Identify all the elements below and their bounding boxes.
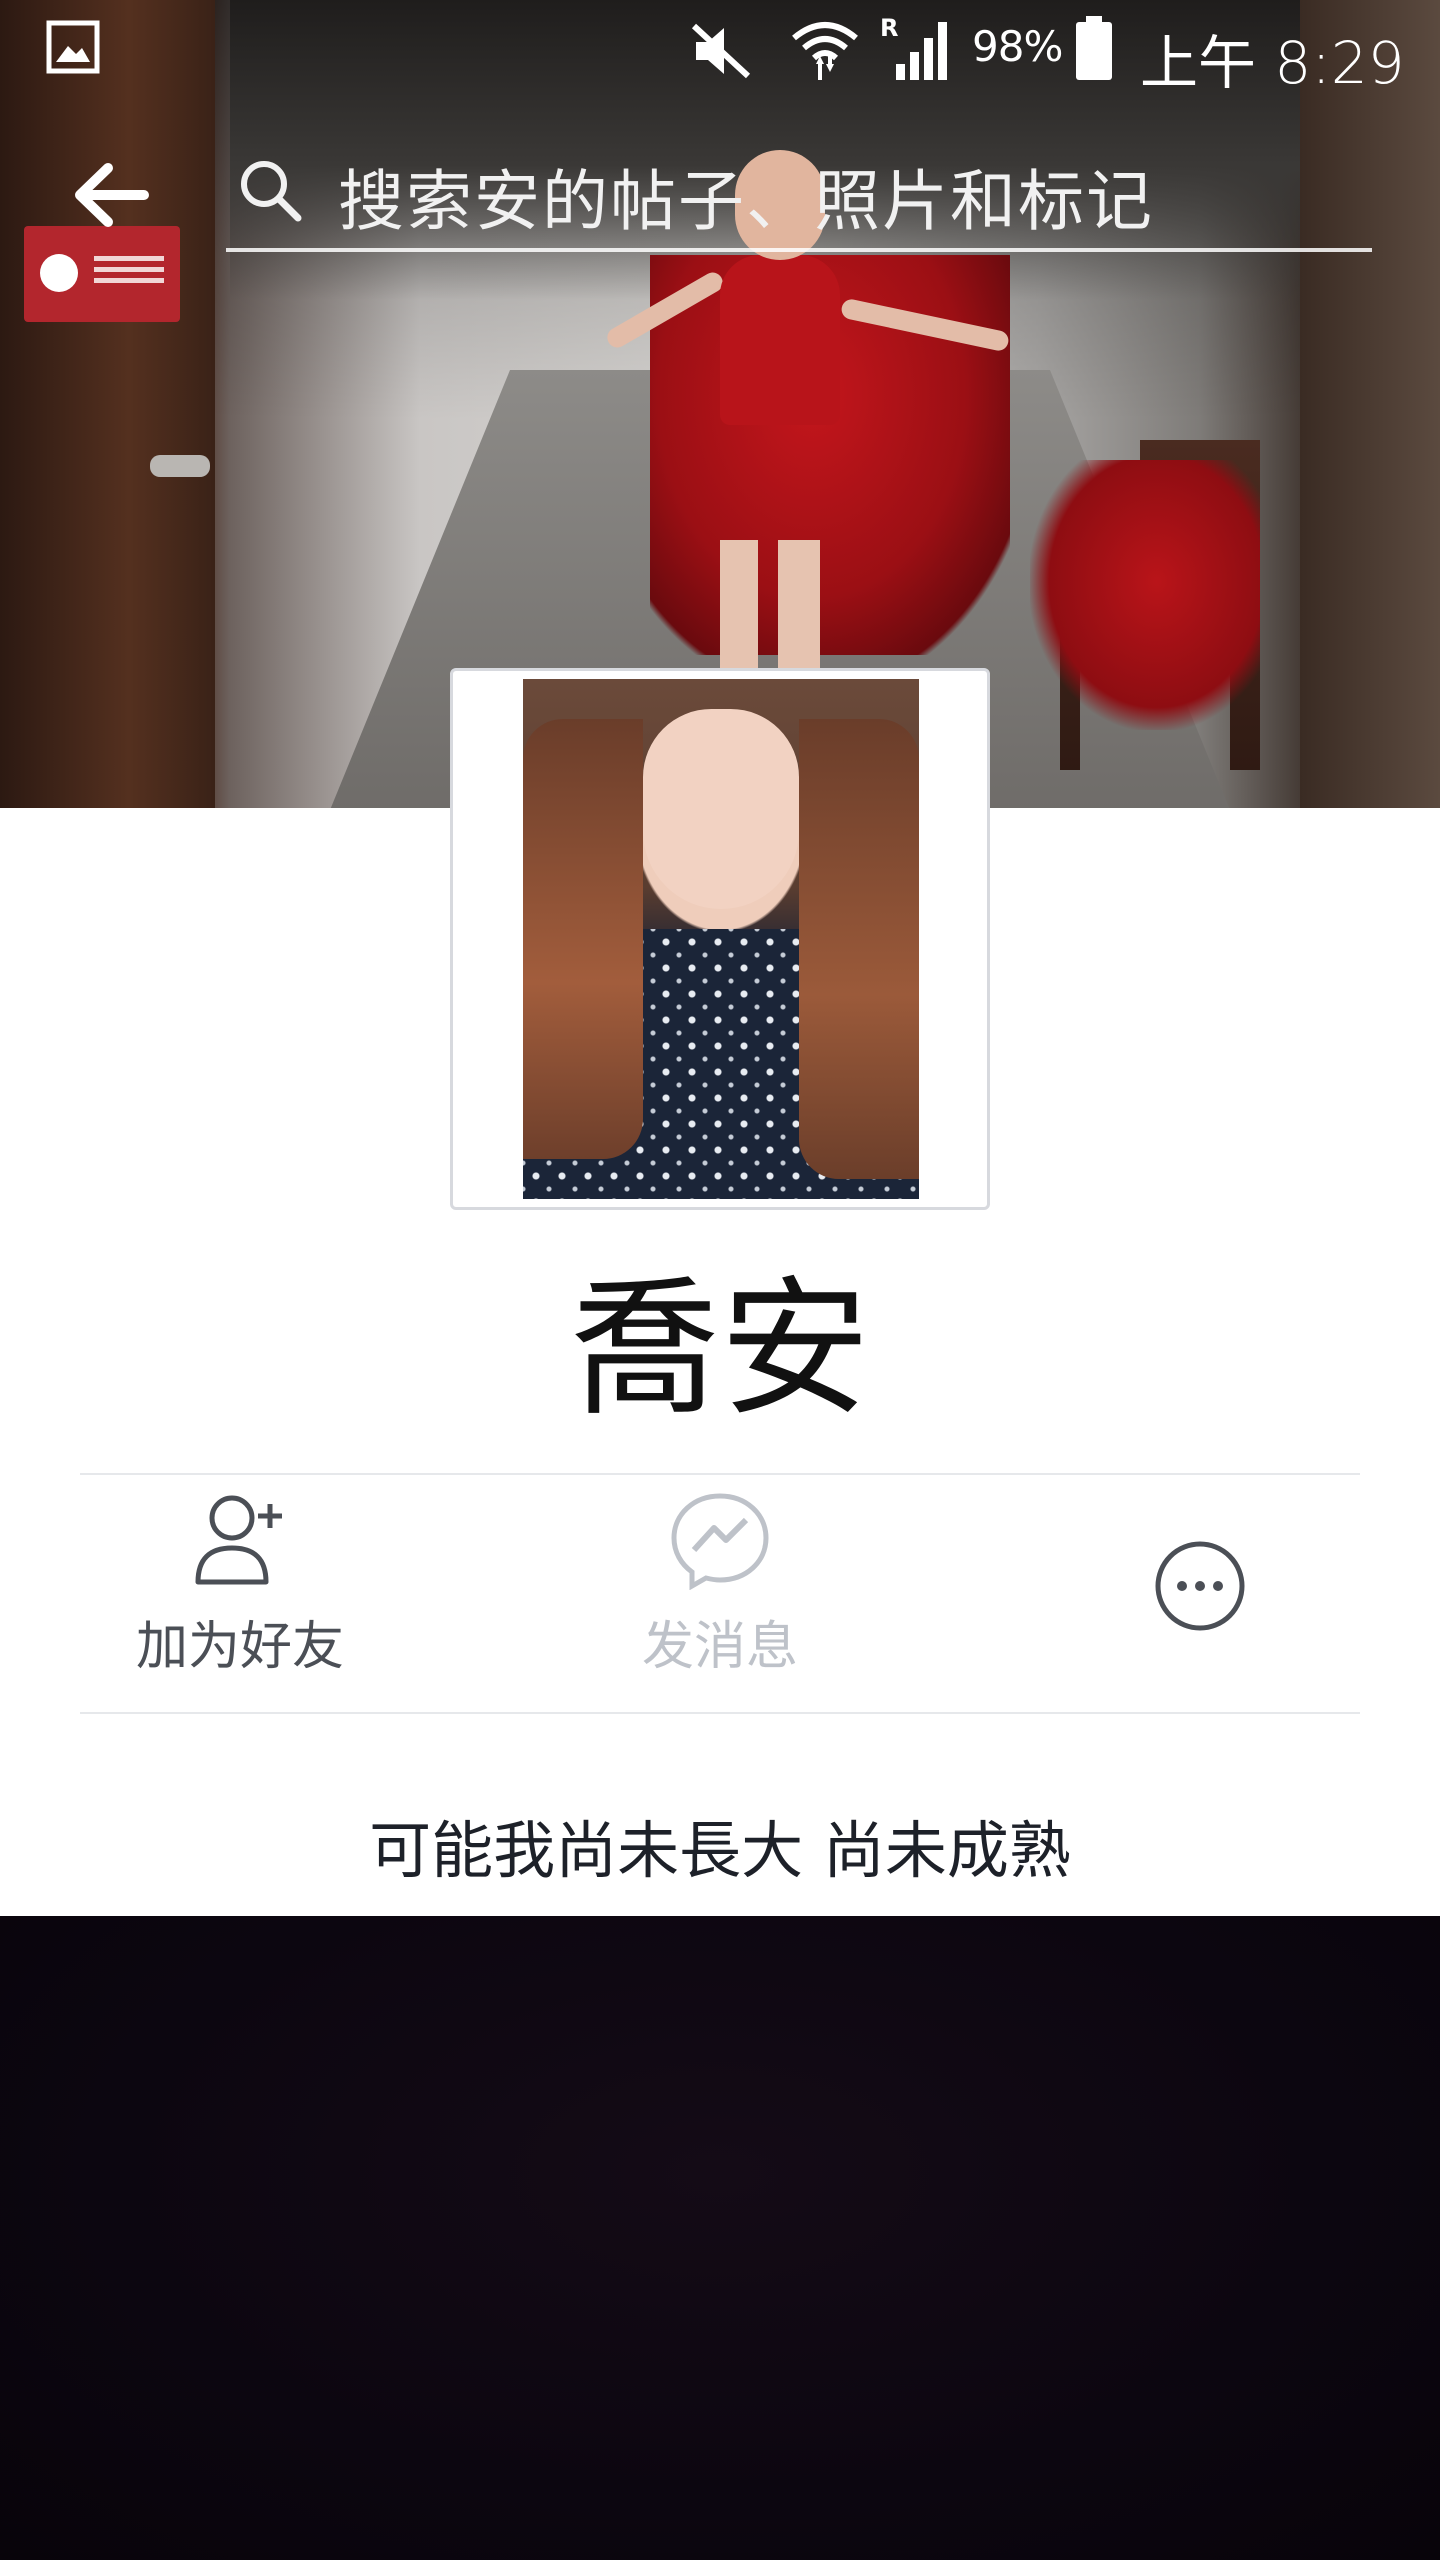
search-input[interactable]: 搜索安的帖子、照片和标记 (338, 148, 1154, 244)
messenger-icon (671, 1493, 769, 1590)
message-button[interactable]: 发消息 (590, 1490, 850, 1700)
back-arrow-icon[interactable] (70, 160, 150, 230)
search-underline (226, 248, 1372, 252)
profile-photo-face (643, 709, 799, 909)
more-options-button[interactable] (1110, 1490, 1290, 1700)
profile-photo (523, 679, 919, 1199)
cover-right-wall (1300, 0, 1440, 808)
divider (80, 1473, 1360, 1475)
search-bar: 搜索安的帖子、照片和标记 (0, 130, 1440, 260)
gallery-icon (46, 20, 100, 74)
signal-roaming-icon: R (880, 14, 947, 80)
cover-dress-top (720, 255, 840, 425)
cover-door-handle (150, 455, 210, 477)
clock: 上午 8:29 (1140, 29, 1405, 97)
add-friend-button[interactable]: 加为好友 (110, 1490, 370, 1700)
search-icon (241, 161, 302, 222)
status-bar: R 98% 上午 8:29 (0, 0, 1440, 97)
svg-text:R: R (880, 14, 898, 42)
battery-percent: 98% (972, 22, 1063, 71)
wifi-icon (792, 22, 858, 80)
message-label: 发消息 (641, 1617, 798, 1677)
add-friend-icon (195, 1495, 282, 1585)
cover-seated-figure (1030, 460, 1260, 730)
cover-door (0, 0, 215, 808)
profile-bio: 可能我尚未長大 尚未成熟 (369, 1814, 1071, 1887)
add-friend-label: 加为好友 (135, 1617, 344, 1677)
dark-content-area (0, 1916, 1440, 2560)
divider (80, 1712, 1360, 1714)
profile-picture[interactable] (450, 668, 990, 1210)
cover-legs (720, 540, 820, 670)
battery-icon (1076, 16, 1112, 80)
profile-name: 喬安 (569, 1263, 870, 1437)
more-options-icon (1155, 1541, 1245, 1631)
mute-icon (691, 23, 751, 79)
profile-photo-hair-left (523, 719, 643, 1159)
profile-photo-hair-right (799, 719, 919, 1179)
